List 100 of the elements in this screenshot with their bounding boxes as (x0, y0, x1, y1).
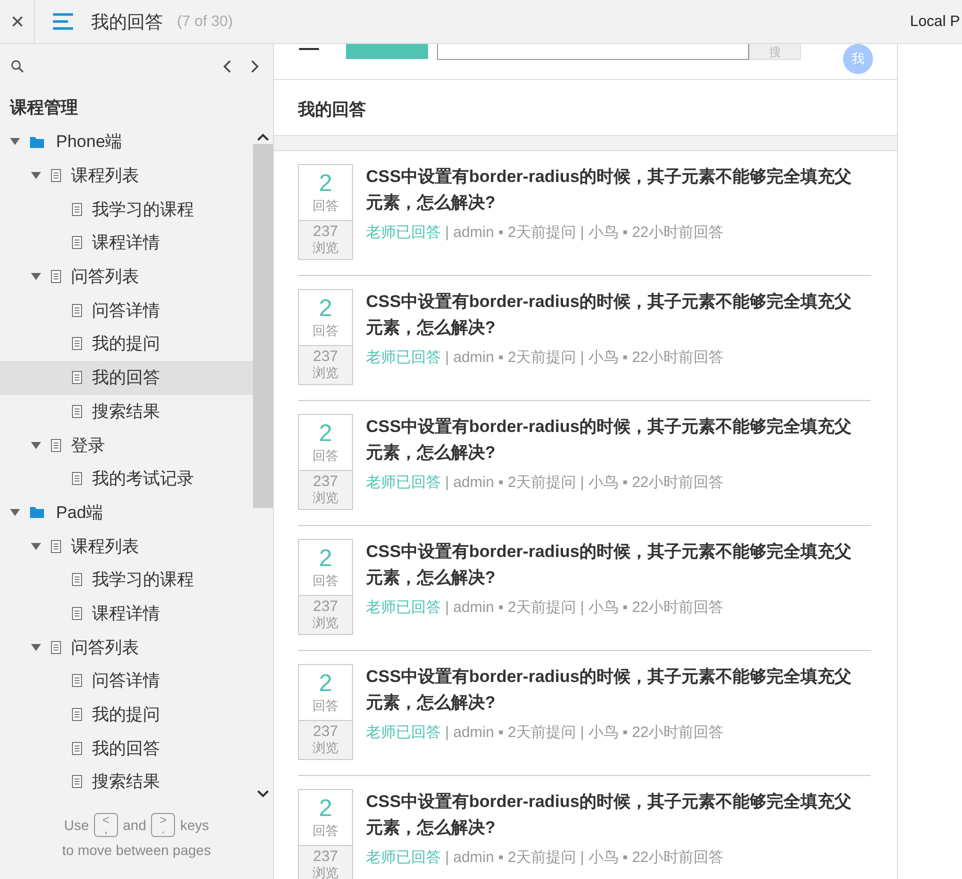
menu-icon[interactable] (53, 13, 73, 30)
question-title[interactable]: CSS中设置有border-radius的时候，其子元素不能够完全填充父元素，怎么解决? (366, 164, 866, 216)
tree-item[interactable]: 课程列表 (0, 529, 253, 563)
view-label: 浏览 (312, 240, 340, 255)
question-meta: | admin ▪ 2天前提问 | 小鸟 ▪ 22小时前回答 (444, 599, 724, 616)
tree-item[interactable]: Pad端 (0, 496, 253, 530)
caret-icon[interactable] (31, 442, 41, 449)
search-icon[interactable] (11, 60, 24, 72)
tree-item[interactable]: 我学习的课程 (0, 192, 253, 226)
view-label: 浏览 (312, 365, 340, 380)
page-icon[interactable] (51, 640, 61, 654)
page-icon[interactable] (51, 169, 61, 182)
answer-count: 2 (318, 545, 334, 573)
tree-item[interactable]: 登录 (0, 428, 253, 462)
page-icon[interactable] (72, 304, 82, 317)
view-count: 237 (312, 474, 340, 490)
page-icon[interactable] (72, 742, 82, 755)
answer-label: 回答 (312, 698, 340, 713)
answer-count: 2 (318, 295, 334, 323)
folder-icon[interactable] (30, 136, 44, 148)
tree-item[interactable]: 问答列表 (0, 260, 253, 294)
scroll-down-icon[interactable] (257, 790, 269, 798)
page-icon[interactable] (72, 236, 82, 250)
scrollbar-thumb[interactable] (253, 144, 273, 508)
page-icon[interactable] (51, 540, 61, 553)
tree-item[interactable]: 我的提问 (0, 698, 253, 732)
view-count: 237 (312, 349, 340, 365)
local-label[interactable]: Local P (910, 13, 962, 30)
page-icon[interactable] (72, 202, 82, 216)
close-icon[interactable] (12, 16, 22, 27)
view-count: 237 (312, 724, 340, 740)
page-icon[interactable] (51, 438, 61, 452)
answer-count: 2 (318, 170, 334, 198)
page-icon[interactable] (51, 270, 61, 284)
caret-icon[interactable] (31, 273, 41, 280)
tree-item[interactable]: 搜索结果 (0, 765, 253, 799)
question-meta: | admin ▪ 2天前提问 | 小鸟 ▪ 22小时前回答 (444, 349, 724, 366)
caret-icon[interactable] (10, 508, 20, 516)
hint-text: to move between pages (61, 842, 212, 858)
search-field[interactable] (437, 44, 749, 60)
view-label: 浏览 (312, 615, 340, 630)
hint-text: and (122, 817, 146, 833)
tree-item[interactable]: 课程详情 (0, 596, 253, 630)
tree-item[interactable]: 我的提问 (0, 327, 253, 361)
caret-icon[interactable] (10, 138, 20, 146)
page-icon[interactable] (72, 472, 82, 486)
answer-status: 老师已回答 (366, 724, 441, 741)
page-icon[interactable] (72, 337, 82, 350)
answer-label: 回答 (312, 323, 340, 338)
page-count: (7 of 30) (177, 13, 233, 30)
tree-item[interactable]: 我的回答 (0, 731, 253, 766)
view-label: 浏览 (312, 740, 340, 755)
answer-count: 2 (318, 420, 334, 448)
answer-status: 老师已回答 (366, 224, 441, 241)
tree-item[interactable]: 我的回答 (0, 360, 253, 394)
answer-status: 老师已回答 (366, 849, 441, 866)
page-title: 我的回答 (91, 10, 163, 34)
hint-text: Use (64, 817, 89, 833)
key-cap: > . (151, 813, 176, 837)
page-icon[interactable] (72, 708, 82, 722)
question-title[interactable]: CSS中设置有border-radius的时候，其子元素不能够完全填充父元素，怎么解决? (366, 664, 866, 716)
view-count: 237 (312, 224, 340, 240)
tree-item[interactable]: Phone端 (0, 125, 253, 159)
answer-count: 2 (318, 670, 334, 698)
tree-item[interactable]: 课程列表 (0, 158, 253, 192)
page-icon[interactable] (72, 674, 82, 688)
tree-item[interactable]: 我学习的课程 (0, 562, 253, 597)
view-count: 237 (312, 599, 340, 615)
sidebar-heading: 课程管理 (8, 97, 79, 119)
answer-label: 回答 (312, 448, 340, 463)
caret-icon[interactable] (31, 542, 41, 550)
page-icon[interactable] (72, 404, 82, 418)
question-meta: | admin ▪ 2天前提问 | 小鸟 ▪ 22小时前回答 (444, 474, 724, 491)
caret-icon[interactable] (31, 644, 41, 651)
scroll-up-icon[interactable] (257, 133, 269, 141)
page-icon[interactable] (72, 573, 82, 586)
tree-item[interactable]: 问答列表 (0, 630, 253, 664)
folder-icon[interactable] (30, 506, 44, 518)
question-meta: | admin ▪ 2天前提问 | 小鸟 ▪ 22小时前回答 (444, 224, 724, 241)
page-icon[interactable] (72, 606, 82, 620)
answer-count: 2 (318, 795, 334, 823)
answer-label: 回答 (312, 573, 340, 588)
question-title[interactable]: CSS中设置有border-radius的时候，其子元素不能够完全填充父元素，怎么解决? (366, 539, 866, 591)
answer-label: 回答 (312, 198, 340, 213)
page-icon[interactable] (72, 775, 82, 788)
view-label: 浏览 (312, 865, 340, 879)
view-label: 浏览 (312, 490, 340, 505)
answer-status: 老师已回答 (366, 599, 441, 616)
tree-item[interactable]: 我的考试记录 (0, 462, 253, 496)
tree-item[interactable]: 搜索结果 (0, 394, 253, 428)
page-icon[interactable] (72, 371, 82, 384)
caret-icon[interactable] (31, 172, 41, 180)
question-title[interactable]: CSS中设置有border-radius的时候，其子元素不能够完全填充父元素，怎么解决? (366, 789, 866, 841)
question-meta: | admin ▪ 2天前提问 | 小鸟 ▪ 22小时前回答 (444, 849, 724, 866)
answer-status: 老师已回答 (366, 474, 441, 491)
question-title[interactable]: CSS中设置有border-radius的时候，其子元素不能够完全填充父元素，怎么解决? (366, 414, 866, 466)
question-title[interactable]: CSS中设置有border-radius的时候，其子元素不能够完全填充父元素，怎么解决? (366, 289, 866, 341)
tree-item[interactable]: 问答详情 (0, 664, 253, 698)
tree-item[interactable]: 问答详情 (0, 293, 253, 328)
tree-item[interactable]: 课程详情 (0, 226, 253, 260)
